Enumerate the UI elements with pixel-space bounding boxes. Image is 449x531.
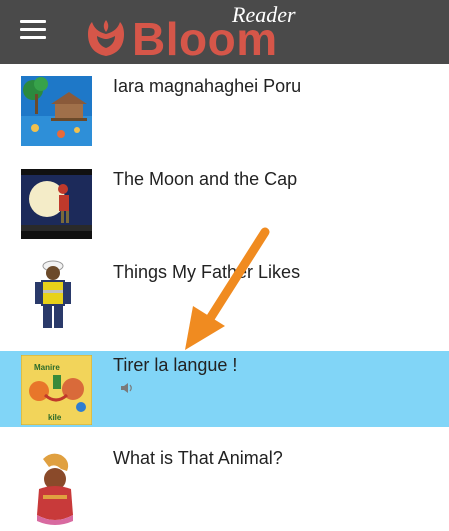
book-title: Tirer la langue ! [113, 355, 238, 375]
book-list-item[interactable]: The Moon and the Cap [0, 157, 449, 250]
book-cover-thumbnail [21, 449, 92, 527]
cover-text-top: Manire [34, 363, 60, 372]
app-header: Bloom Reader [0, 0, 449, 64]
book-list-item[interactable]: What is That Animal? [0, 427, 449, 531]
book-list-item[interactable]: Iara magnahaghei Poru [0, 64, 449, 157]
book-title: What is That Animal? [113, 448, 283, 468]
menu-bar [20, 36, 46, 39]
book-title: Iara magnahaghei Poru [113, 76, 302, 96]
cover-text-bottom: kile [48, 413, 62, 422]
bloom-logo: Bloom Reader [82, 2, 302, 64]
book-cover-thumbnail [21, 76, 92, 146]
app-subtitle: Reader [232, 2, 296, 27]
menu-bar [20, 20, 46, 23]
book-title: Things My Father Likes [113, 262, 301, 282]
book-cover-thumbnail [21, 169, 92, 239]
hamburger-menu-icon[interactable] [20, 20, 46, 42]
book-list-item[interactable]: Things My Father Likes [0, 250, 449, 343]
audio-speaker-icon [121, 383, 132, 393]
book-cover-thumbnail [21, 260, 92, 330]
menu-bar [20, 28, 46, 31]
book-list-item-selected[interactable]: Manire kile Tirer la langue ! [0, 351, 449, 427]
bloom-flower-icon [88, 20, 124, 56]
book-title: The Moon and the Cap [113, 169, 298, 189]
